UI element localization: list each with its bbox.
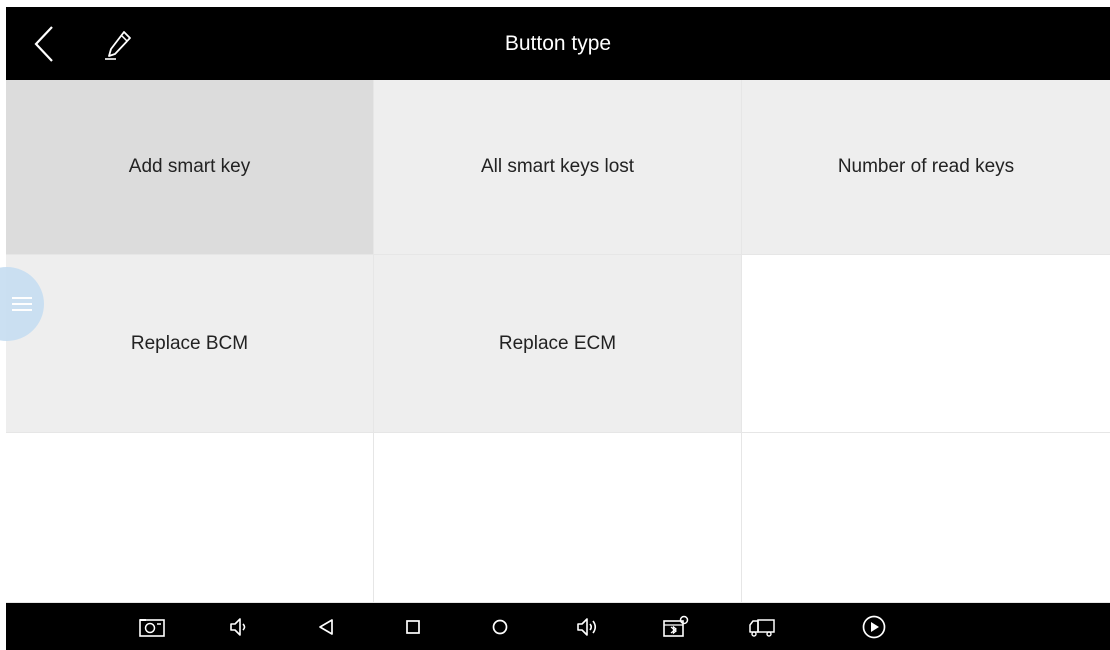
nav-home-button[interactable] — [484, 611, 516, 643]
chevron-left-icon — [34, 26, 53, 62]
volume-up-button[interactable] — [571, 611, 603, 643]
home-circle-icon — [492, 619, 508, 635]
menu-icon — [12, 293, 32, 315]
screenshot-button[interactable] — [136, 611, 168, 643]
system-nav-bar — [6, 603, 1110, 650]
truck-icon — [749, 619, 775, 637]
volume-up-icon — [577, 618, 597, 636]
pencil-icon — [105, 31, 131, 60]
back-button[interactable] — [24, 23, 64, 65]
nav-back-button[interactable] — [310, 611, 342, 643]
empty-cell — [6, 433, 374, 603]
page-title: Button type — [504, 31, 612, 55]
add-smart-key-button[interactable]: Add smart key — [6, 80, 374, 255]
nav-recent-apps-button[interactable] — [397, 611, 429, 643]
button-type-grid: Add smart key All smart keys lost Number… — [6, 80, 1110, 603]
replace-bcm-button[interactable]: Replace BCM — [6, 255, 374, 433]
volume-down-icon — [230, 618, 246, 636]
top-bar: Button type — [6, 7, 1110, 80]
back-triangle-icon — [319, 619, 333, 635]
play-circle-icon — [862, 615, 886, 639]
number-of-read-keys-button[interactable]: Number of read keys — [742, 80, 1110, 255]
play-button[interactable] — [858, 611, 890, 643]
empty-cell — [742, 255, 1110, 433]
all-smart-keys-lost-button[interactable]: All smart keys lost — [374, 80, 742, 255]
recent-apps-icon — [406, 620, 420, 634]
edit-button[interactable] — [98, 25, 138, 65]
replace-ecm-button[interactable]: Replace ECM — [374, 255, 742, 433]
vci-bluetooth-icon — [663, 615, 689, 637]
truck-mode-button[interactable] — [746, 611, 778, 643]
screenshot-icon — [139, 619, 165, 637]
volume-down-button[interactable] — [223, 611, 255, 643]
vci-connection-button[interactable] — [659, 611, 691, 643]
empty-cell — [742, 433, 1110, 603]
empty-cell — [374, 433, 742, 603]
